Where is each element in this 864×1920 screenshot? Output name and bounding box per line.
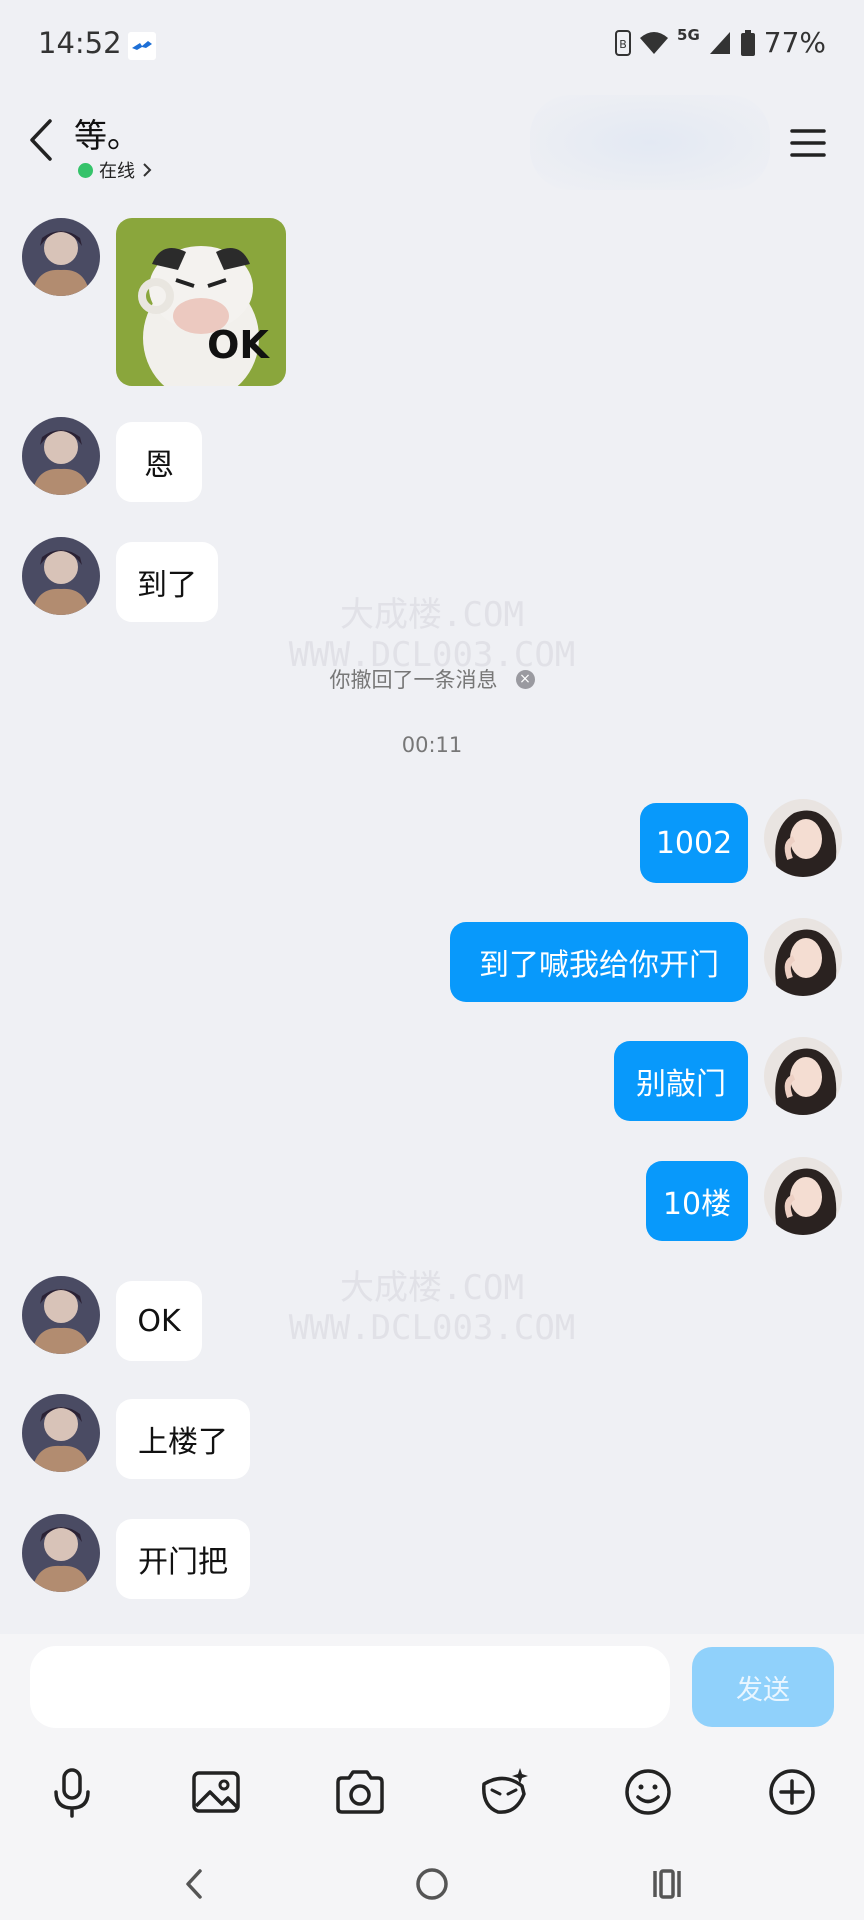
back-button[interactable] [22,115,62,165]
incoming-message[interactable]: 恩 [116,422,202,502]
chevron-right-icon [143,163,152,177]
system-nav-bar [0,1849,864,1920]
presence-status[interactable]: 在线 [78,157,153,183]
battery-percent: 77% [763,26,826,59]
self-avatar[interactable] [764,799,842,877]
sticker-text: OK [207,323,270,367]
image-icon[interactable] [188,1764,244,1820]
contact-avatar[interactable] [22,1276,100,1354]
hd-icon: B [615,29,632,56]
nav-recents-icon[interactable] [643,1859,693,1909]
message-input[interactable] [30,1646,670,1728]
contact-avatar[interactable] [22,218,100,296]
plus-icon[interactable] [764,1764,820,1820]
incoming-message[interactable]: 开门把 [116,1519,250,1599]
blurred-region [530,95,770,190]
app-notification-icon [128,32,156,60]
self-avatar[interactable] [764,1157,842,1235]
contact-avatar[interactable] [22,417,100,495]
status-time: 14:52 [38,26,122,60]
network-label: 5G [677,25,700,44]
self-avatar[interactable] [764,1037,842,1115]
outgoing-message[interactable]: 1002 [640,803,748,883]
battery-icon [740,29,755,56]
signal-icon [709,31,730,54]
chat-header: 等。 在线 [0,95,864,190]
outgoing-message[interactable]: 到了喊我给你开门 [450,922,748,1002]
contact-avatar[interactable] [22,537,100,615]
time-separator: 00:11 [401,733,463,757]
menu-button[interactable] [788,123,828,163]
online-dot-icon [78,162,93,178]
svg-text:B: B [619,38,627,51]
recall-notice: 你撤回了一条消息 × [0,664,864,694]
sticker-icon[interactable] [476,1764,532,1820]
self-avatar[interactable] [764,918,842,996]
input-toolbar [0,1744,864,1844]
contact-avatar[interactable] [22,1514,100,1592]
send-button[interactable]: 发送 [692,1647,834,1727]
chat-title[interactable]: 等。 [74,109,140,157]
wifi-icon [640,31,669,54]
presence-label: 在线 [99,161,135,182]
composer: 发送 [0,1634,864,1920]
microphone-icon[interactable] [44,1764,100,1820]
emoji-icon[interactable] [620,1764,676,1820]
sticker-message[interactable]: OK [116,218,286,386]
contact-avatar[interactable] [22,1394,100,1472]
close-icon[interactable]: × [515,669,535,689]
camera-icon[interactable] [332,1764,388,1820]
incoming-message[interactable]: 到了 [116,542,218,622]
status-indicators: B 5G 77% [615,26,826,59]
status-bar: 14:52 B 5G 77% [0,0,864,90]
outgoing-message[interactable]: 10楼 [646,1161,748,1241]
chevron-left-icon [30,119,52,161]
nav-back-icon[interactable] [170,1859,220,1909]
hamburger-icon [790,129,826,157]
incoming-message[interactable]: 上楼了 [116,1399,250,1479]
recall-notice-text: 你撤回了一条消息 [329,668,498,692]
incoming-message[interactable]: OK [116,1281,202,1361]
nav-home-icon[interactable] [407,1859,457,1909]
outgoing-message[interactable]: 别敲门 [614,1041,748,1121]
